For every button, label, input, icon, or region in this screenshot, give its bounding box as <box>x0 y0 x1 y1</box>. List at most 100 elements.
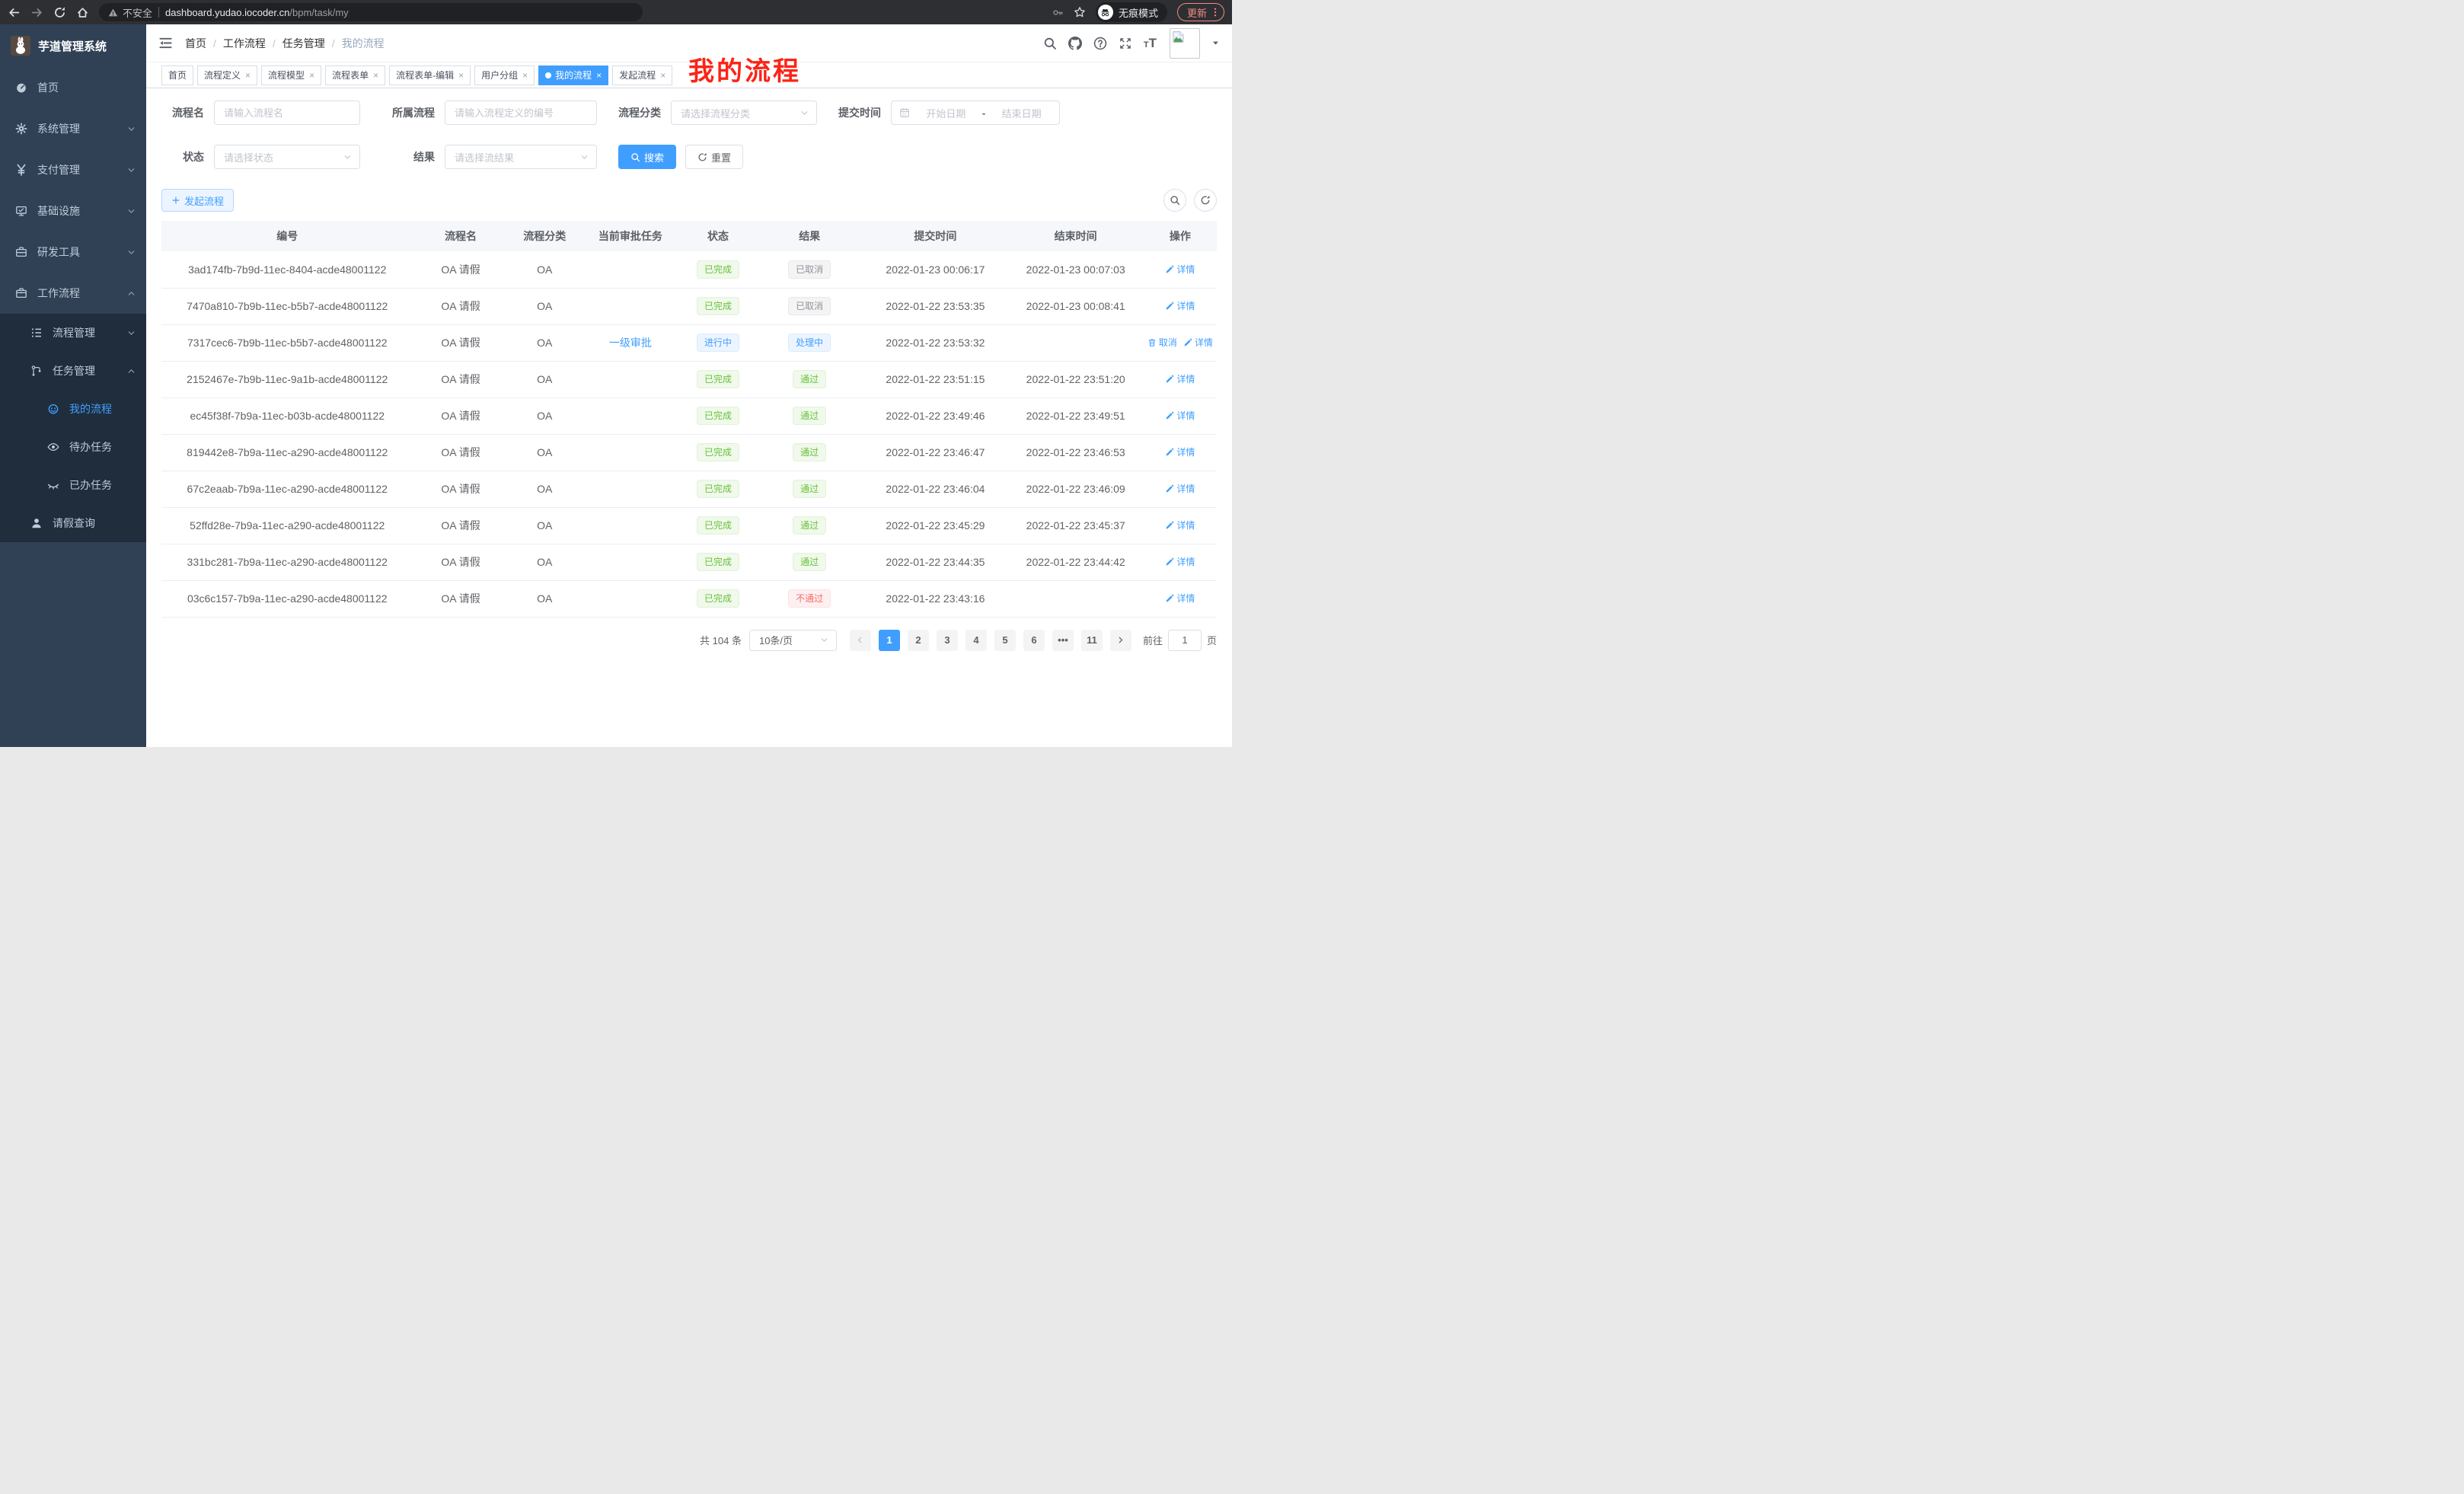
sidebar-item-task-mgmt[interactable]: 任务管理 <box>0 352 146 390</box>
tab-close-icon[interactable]: × <box>245 70 251 81</box>
bookmark-star-icon[interactable] <box>1074 6 1086 18</box>
sidebar-item-infra[interactable]: 基础设施 <box>0 190 146 231</box>
next-page-button[interactable] <box>1110 630 1131 651</box>
cell-current-task <box>581 544 680 580</box>
edit-icon <box>1165 521 1174 530</box>
cell-process-name: OA 请假 <box>413 507 508 544</box>
tab-close-icon[interactable]: × <box>458 70 464 81</box>
browser-reload-icon[interactable] <box>53 6 66 19</box>
detail-link[interactable]: 详情 <box>1183 336 1213 349</box>
search-button[interactable]: 搜索 <box>618 145 676 169</box>
sidebar-item-leave-query[interactable]: 请假查询 <box>0 504 146 542</box>
fullscreen-icon[interactable] <box>1119 37 1132 50</box>
pager-ellipsis: ••• <box>1052 630 1074 651</box>
breadcrumb-item[interactable]: 任务管理 <box>282 36 325 51</box>
page-button[interactable]: 4 <box>965 630 987 651</box>
detail-link[interactable]: 详情 <box>1165 372 1195 385</box>
sidebar-item-done-tasks[interactable]: 已办任务 <box>0 466 146 504</box>
sidebar-item-devtools[interactable]: 研发工具 <box>0 231 146 273</box>
tab-my-process[interactable]: 我的流程× <box>538 65 608 85</box>
date-range-picker[interactable]: 开始日期 - 结束日期 <box>891 101 1060 125</box>
tab-close-icon[interactable]: × <box>596 70 602 81</box>
breadcrumb-separator: / <box>332 37 335 49</box>
refresh-table-button[interactable] <box>1194 189 1217 212</box>
cell-end-time <box>1008 580 1144 617</box>
name-input[interactable] <box>214 101 360 125</box>
update-button[interactable]: 更新 <box>1177 3 1224 21</box>
page-button[interactable]: 1 <box>879 630 900 651</box>
tab-process-form-edit[interactable]: 流程表单-编辑 × <box>389 65 471 85</box>
tab-home[interactable]: 首页 <box>161 65 193 85</box>
browser-forward-icon[interactable] <box>30 6 43 19</box>
tab-process-def[interactable]: 流程定义× <box>197 65 257 85</box>
help-icon[interactable] <box>1093 37 1107 50</box>
avatar-caret-icon[interactable] <box>1211 39 1220 47</box>
breadcrumb-item[interactable]: 首页 <box>185 36 206 51</box>
cell-submit-time: 2022-01-22 23:43:16 <box>863 580 1007 617</box>
tab-label: 流程表单-编辑 <box>396 69 454 81</box>
detail-link[interactable]: 详情 <box>1165 519 1195 532</box>
security-chip[interactable]: 不安全 <box>108 5 152 20</box>
start-process-button[interactable]: 发起流程 <box>161 189 234 212</box>
tab-close-icon[interactable]: × <box>373 70 378 81</box>
browser-home-icon[interactable] <box>76 6 89 19</box>
process-table: 编号流程名流程分类当前审批任务状态结果提交时间结束时间操作 3ad174fb-7… <box>161 221 1217 618</box>
page-size-select[interactable]: 10条/页 <box>749 630 837 651</box>
sidebar-item-todo-tasks[interactable]: 待办任务 <box>0 428 146 466</box>
goto-input[interactable] <box>1168 630 1202 651</box>
category-select[interactable]: 请选择流程分类 <box>671 101 817 125</box>
detail-link[interactable]: 详情 <box>1165 592 1195 605</box>
text-size-icon[interactable]: TT <box>1144 37 1157 49</box>
github-icon[interactable] <box>1068 37 1082 50</box>
search-icon[interactable] <box>1043 37 1057 50</box>
cell-process-name: OA 请假 <box>413 434 508 471</box>
tab-close-icon[interactable]: × <box>660 70 665 81</box>
detail-link[interactable]: 详情 <box>1165 409 1195 422</box>
detail-link[interactable]: 详情 <box>1165 445 1195 458</box>
page-button[interactable]: 5 <box>994 630 1016 651</box>
cancel-link[interactable]: 取消 <box>1147 336 1177 349</box>
sidebar-item-my-process[interactable]: 我的流程 <box>0 390 146 428</box>
sidebar-menu: 首页系统管理支付管理基础设施研发工具工作流程 <box>0 67 146 314</box>
password-key-icon[interactable] <box>1052 7 1064 18</box>
definition-input[interactable] <box>445 101 597 125</box>
toggle-search-button[interactable] <box>1163 189 1186 212</box>
result-select[interactable]: 请选择流结果 <box>445 145 597 169</box>
detail-link[interactable]: 详情 <box>1165 555 1195 568</box>
tab-close-icon[interactable]: × <box>522 70 528 81</box>
sidebar-item-home[interactable]: 首页 <box>0 67 146 108</box>
browser-menu-icon[interactable] <box>1210 7 1221 18</box>
app-logo-row[interactable]: 芋道管理系统 <box>0 24 146 67</box>
reset-button[interactable]: 重置 <box>685 145 743 169</box>
status-select[interactable]: 请选择状态 <box>214 145 360 169</box>
tab-close-icon[interactable]: × <box>309 70 314 81</box>
browser-back-icon[interactable] <box>8 6 21 19</box>
task-link[interactable]: 一级审批 <box>609 337 652 349</box>
detail-link[interactable]: 详情 <box>1165 482 1195 495</box>
incognito-icon <box>1098 5 1113 20</box>
result-badge: 处理中 <box>788 334 831 352</box>
page-button[interactable]: 11 <box>1081 630 1103 651</box>
breadcrumb-item[interactable]: 工作流程 <box>223 36 266 51</box>
sidebar-item-system[interactable]: 系统管理 <box>0 108 146 149</box>
prev-page-button[interactable] <box>850 630 871 651</box>
table-row: 7470a810-7b9b-11ec-b5b7-acde48001122OA 请… <box>161 288 1217 324</box>
page-button[interactable]: 3 <box>937 630 958 651</box>
tab-start-process[interactable]: 发起流程× <box>612 65 672 85</box>
sidebar-item-payment[interactable]: 支付管理 <box>0 149 146 190</box>
incognito-badge: 无痕模式 <box>1096 2 1167 22</box>
page-button[interactable]: 6 <box>1023 630 1045 651</box>
detail-link[interactable]: 详情 <box>1165 299 1195 312</box>
tab-process-form[interactable]: 流程表单× <box>325 65 385 85</box>
address-bar[interactable]: 不安全 dashboard.yudao.iocoder.cn/bpm/task/… <box>99 3 643 21</box>
cell-end-time <box>1008 324 1144 361</box>
sidebar-item-process-mgmt[interactable]: 流程管理 <box>0 314 146 352</box>
tab-user-group[interactable]: 用户分组× <box>474 65 535 85</box>
sidebar-toggle-icon[interactable] <box>158 36 173 50</box>
sidebar-item-workflow[interactable]: 工作流程 <box>0 273 146 314</box>
avatar[interactable] <box>1170 28 1200 59</box>
page-button[interactable]: 2 <box>908 630 929 651</box>
detail-link[interactable]: 详情 <box>1165 263 1195 276</box>
tab-process-model[interactable]: 流程模型× <box>261 65 321 85</box>
eye-closed-icon <box>47 479 59 491</box>
